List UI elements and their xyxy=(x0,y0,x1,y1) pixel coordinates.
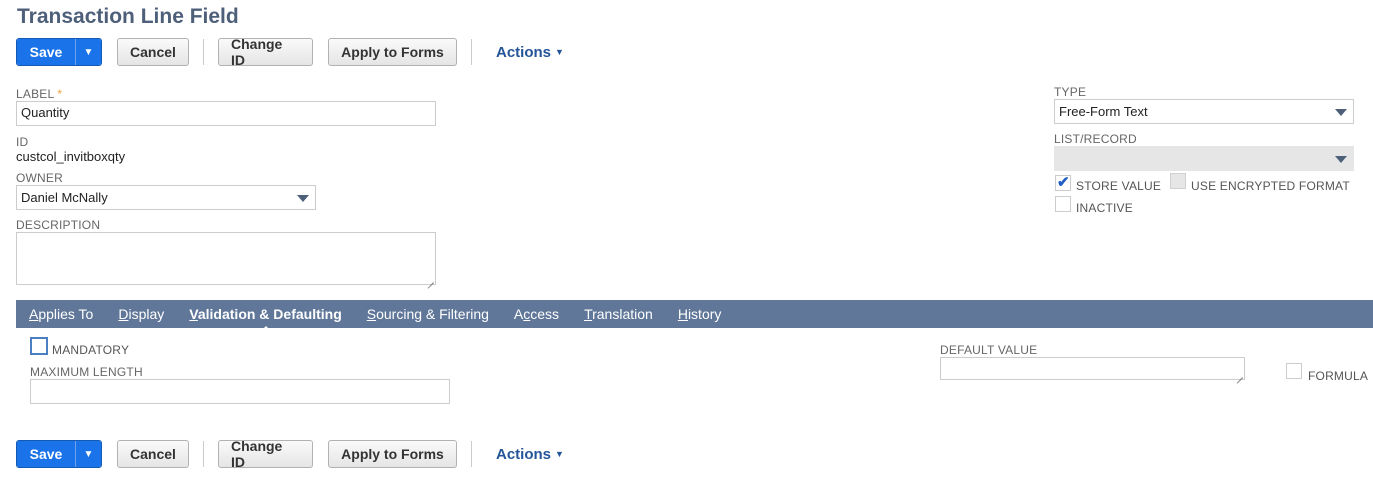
label-input[interactable]: Quantity xyxy=(16,101,436,126)
change-id-button[interactable]: Change ID xyxy=(218,36,313,68)
type-selected-value: Free-Form Text xyxy=(1059,104,1148,119)
description-textarea[interactable] xyxy=(16,232,436,285)
tab-history[interactable]: History xyxy=(678,306,722,322)
actions-label-bottom: Actions xyxy=(496,445,552,463)
bottom-toolbar: Save ▼ Cancel Change ID Apply to Forms A… xyxy=(16,438,564,470)
apply-to-forms-button[interactable]: Apply to Forms xyxy=(328,38,457,66)
description-field-label: DESCRIPTION xyxy=(16,218,101,232)
use-encrypted-format-checkbox[interactable] xyxy=(1170,173,1186,189)
tab-validation-defaulting[interactable]: Validation & Defaulting xyxy=(189,306,341,322)
id-value: custcol_invitboxqty xyxy=(16,149,126,164)
caret-down-icon: ▼ xyxy=(555,47,564,57)
mandatory-label: MANDATORY xyxy=(52,343,130,357)
actions-label: Actions xyxy=(496,43,552,61)
resize-handle-icon[interactable] xyxy=(1235,370,1243,378)
tab-sourcing-rest: ourcing & Filtering xyxy=(376,306,489,322)
use-encrypted-format-label: USE ENCRYPTED FORMAT xyxy=(1191,179,1350,193)
toolbar-divider xyxy=(203,441,204,467)
page-title: Transaction Line Field xyxy=(17,5,239,28)
default-value-field-label: DEFAULT VALUE xyxy=(940,343,1038,357)
actions-menu-bottom[interactable]: Actions ▼ xyxy=(496,446,564,463)
tab-sourcing-filtering[interactable]: Sourcing & Filtering xyxy=(367,306,489,322)
mandatory-checkbox[interactable] xyxy=(30,337,48,355)
type-select[interactable]: Free-Form Text xyxy=(1054,99,1354,124)
tab-translation-rest: ranslation xyxy=(592,306,653,322)
save-split-button-bottom: Save ▼ xyxy=(16,440,102,468)
tab-translation-mnemonic: T xyxy=(584,306,593,322)
apply-to-forms-button-bottom[interactable]: Apply to Forms xyxy=(328,440,457,468)
change-id-button-bottom[interactable]: Change ID xyxy=(218,438,313,470)
label-field-label-text: LABEL xyxy=(16,87,55,101)
tab-applies-to-rest: pplies To xyxy=(38,306,94,322)
chevron-down-icon: ▼ xyxy=(83,46,94,58)
tab-display[interactable]: Display xyxy=(118,306,164,322)
tab-history-mnemonic: H xyxy=(677,306,688,322)
toolbar-divider xyxy=(203,39,204,65)
maximum-length-field-label: MAXIMUM LENGTH xyxy=(30,365,143,379)
dropdown-arrow-icon xyxy=(1335,156,1347,163)
tab-validation-rest: alidation & Defaulting xyxy=(197,306,342,322)
id-field-label: ID xyxy=(16,135,29,149)
tab-access-pre: A xyxy=(513,306,524,322)
tab-applies-to[interactable]: Applies To xyxy=(29,306,93,322)
save-button[interactable]: Save xyxy=(17,39,75,65)
tab-validation-mnemonic: V xyxy=(189,306,198,322)
tab-applies-to-mnemonic: A xyxy=(29,306,39,322)
dropdown-arrow-icon xyxy=(1335,109,1347,116)
type-field-label: TYPE xyxy=(1054,85,1087,99)
toolbar-divider xyxy=(471,441,472,467)
cancel-button-bottom[interactable]: Cancel xyxy=(117,440,189,468)
tab-sourcing-mnemonic: S xyxy=(366,306,377,322)
formula-label: FORMULA xyxy=(1308,369,1369,383)
checkmark-icon: ✔ xyxy=(1057,174,1070,191)
default-value-textarea[interactable] xyxy=(940,357,1245,380)
label-field-label: LABEL * xyxy=(16,87,62,101)
inactive-label: INACTIVE xyxy=(1076,201,1133,215)
list-record-field-label: LIST/RECORD xyxy=(1054,132,1137,146)
owner-field-label: OWNER xyxy=(16,171,63,185)
cancel-button[interactable]: Cancel xyxy=(117,38,189,66)
tab-access[interactable]: Access xyxy=(514,306,559,322)
top-toolbar: Save ▼ Cancel Change ID Apply to Forms A… xyxy=(16,36,564,68)
subtab-bar: Applies To Display Validation & Defaulti… xyxy=(16,300,1373,328)
store-value-label: STORE VALUE xyxy=(1076,179,1162,193)
tab-translation[interactable]: Translation xyxy=(584,306,653,322)
required-marker: * xyxy=(57,87,63,101)
store-value-checkbox[interactable]: ✔ xyxy=(1055,174,1071,191)
inactive-checkbox[interactable] xyxy=(1055,196,1071,212)
save-options-dropdown-bottom[interactable]: ▼ xyxy=(75,441,101,467)
caret-down-icon: ▼ xyxy=(555,449,564,459)
owner-select[interactable]: Daniel McNally xyxy=(16,185,316,210)
dropdown-arrow-icon xyxy=(297,195,309,202)
save-options-dropdown[interactable]: ▼ xyxy=(75,39,101,65)
chevron-down-icon: ▼ xyxy=(83,448,94,460)
save-button-bottom[interactable]: Save xyxy=(17,441,75,467)
maximum-length-input[interactable] xyxy=(30,379,450,404)
tab-display-mnemonic: D xyxy=(118,306,129,322)
actions-menu[interactable]: Actions ▼ xyxy=(496,44,564,61)
save-split-button: Save ▼ xyxy=(16,38,102,66)
tab-access-rest: cess xyxy=(530,306,560,322)
resize-handle-icon[interactable] xyxy=(426,275,434,283)
toolbar-divider xyxy=(471,39,472,65)
owner-selected-value: Daniel McNally xyxy=(21,190,108,205)
tab-history-rest: istory xyxy=(687,306,722,322)
list-record-select[interactable] xyxy=(1054,146,1354,171)
tab-display-rest: isplay xyxy=(128,306,165,322)
formula-checkbox[interactable] xyxy=(1286,363,1302,379)
